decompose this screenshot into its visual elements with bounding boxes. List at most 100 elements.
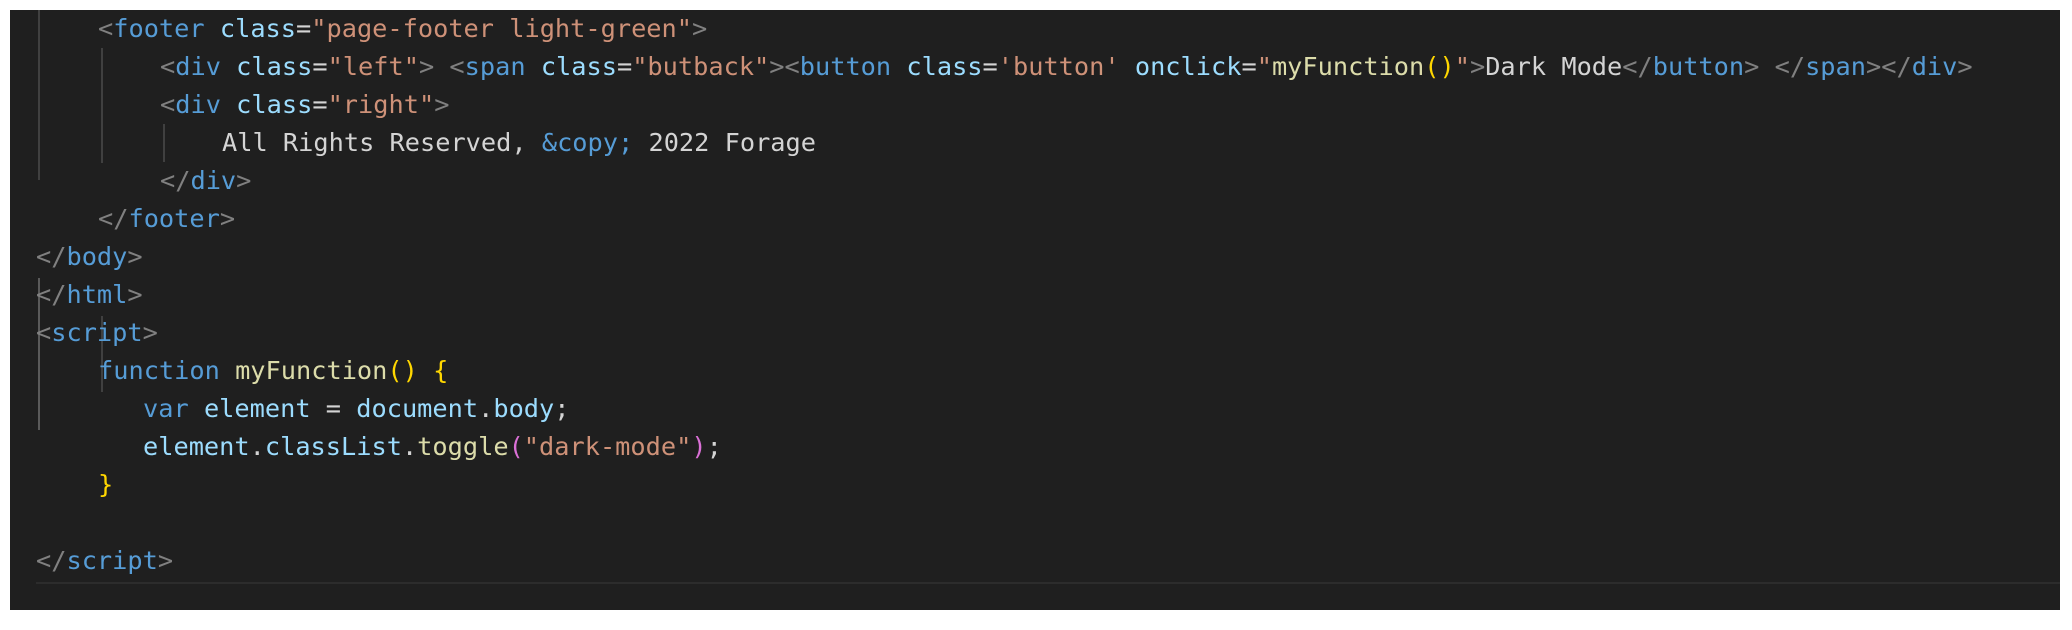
code-token: } — [98, 470, 114, 499]
code-line[interactable]: All Rights Reserved, &copy; 2022 Forage — [222, 124, 816, 162]
code-token: () — [1424, 52, 1455, 81]
code-token: </ — [36, 242, 67, 271]
indent-guide — [101, 48, 103, 163]
code-token: < — [160, 90, 176, 119]
code-token: "butback" — [632, 52, 770, 81]
code-token: class — [236, 52, 313, 81]
code-area[interactable]: <footer class="page-footer light-green">… — [10, 10, 2060, 610]
code-token: ( — [508, 432, 524, 461]
code-token: html — [66, 280, 128, 309]
code-token: . — [401, 432, 418, 461]
code-line[interactable]: </body> — [36, 238, 143, 276]
code-token: button — [799, 52, 892, 81]
code-token: footer — [128, 204, 220, 233]
code-token: < — [784, 52, 800, 81]
code-token: </ — [36, 546, 67, 575]
code-token: . — [478, 394, 494, 423]
code-line[interactable]: } — [98, 466, 113, 504]
code-line[interactable]: <div class="left"> <span class="butback"… — [160, 48, 1973, 86]
code-token: toggle — [417, 432, 509, 461]
code-token: > — [769, 52, 785, 81]
code-token: document — [356, 394, 479, 423]
code-token: > — [157, 546, 174, 575]
code-line[interactable]: <script> — [36, 314, 158, 352]
code-token: span — [464, 52, 526, 81]
code-token: All Rights Reserved, — [222, 128, 542, 157]
code-token: div — [175, 90, 221, 119]
code-token: < — [160, 52, 176, 81]
code-token: </ — [160, 166, 191, 195]
code-token: button — [1652, 52, 1745, 81]
code-line[interactable]: element.classList.toggle("dark-mode"); — [143, 428, 722, 466]
code-token: script — [66, 546, 158, 575]
code-token: = — [310, 394, 357, 423]
code-token: > — [1865, 52, 1882, 81]
code-token: div — [190, 166, 237, 195]
code-token: = — [1241, 52, 1257, 81]
code-token: > — [127, 242, 143, 271]
code-token: > — [1744, 52, 1760, 81]
code-token: onclick — [1134, 52, 1242, 81]
code-token: = — [616, 52, 633, 81]
code-token: = — [296, 14, 312, 43]
code-token: myFunction — [235, 356, 388, 385]
code-token: div — [175, 52, 221, 81]
code-token: function — [98, 356, 220, 385]
code-token: "dark-mode" — [523, 432, 692, 461]
code-token: > — [236, 166, 252, 195]
code-editor[interactable]: <footer class="page-footer light-green">… — [10, 10, 2060, 610]
current-line-highlight — [36, 582, 2060, 610]
code-line[interactable]: </html> — [36, 276, 143, 314]
code-token: script — [51, 318, 143, 347]
code-token: var — [143, 394, 189, 423]
code-token: < — [449, 52, 465, 81]
code-line[interactable]: </script> — [36, 542, 173, 580]
code-token: > — [219, 204, 236, 233]
code-token: classList — [264, 432, 402, 461]
code-line[interactable]: function myFunction() { — [98, 352, 448, 390]
code-token: > — [1957, 52, 1973, 81]
code-token: Dark Mode — [1485, 52, 1623, 81]
code-token: ; — [706, 432, 722, 461]
code-token: 2022 Forage — [633, 128, 816, 157]
code-token: span — [1805, 52, 1866, 81]
code-token: > — [142, 318, 158, 347]
code-token: class — [236, 90, 313, 119]
code-token: class — [219, 14, 297, 43]
code-token: " — [1454, 52, 1470, 81]
code-line[interactable]: <div class="right"> — [160, 86, 449, 124]
code-token: > — [692, 14, 708, 43]
code-token: class — [540, 52, 617, 81]
code-token: () — [387, 356, 418, 385]
code-token: = — [312, 90, 328, 119]
indent-guide — [163, 124, 165, 162]
code-token: class — [906, 52, 983, 81]
code-line[interactable]: </div> — [160, 162, 251, 200]
code-token: "right" — [327, 90, 435, 119]
code-token: > — [127, 280, 143, 309]
code-token: > — [1469, 52, 1486, 81]
code-token: "page-footer light-green" — [311, 14, 693, 43]
code-line[interactable]: var element = document.body; — [143, 390, 570, 428]
indent-guide — [38, 10, 40, 180]
code-token: = — [982, 52, 998, 81]
code-token: { — [433, 356, 449, 385]
code-line[interactable]: <footer class="page-footer light-green"> — [98, 10, 707, 48]
code-token: </ — [1774, 52, 1806, 81]
code-token: < — [36, 318, 52, 347]
code-token: "left" — [327, 52, 419, 81]
code-token: ) — [691, 432, 707, 461]
code-token: = — [312, 52, 328, 81]
code-line[interactable]: </footer> — [98, 200, 235, 238]
code-token: footer — [113, 14, 205, 43]
code-token: body — [66, 242, 128, 271]
code-token: </ — [36, 280, 67, 309]
code-token: . — [249, 432, 265, 461]
code-token: " — [1256, 52, 1272, 81]
code-token: myFunction — [1271, 52, 1425, 81]
